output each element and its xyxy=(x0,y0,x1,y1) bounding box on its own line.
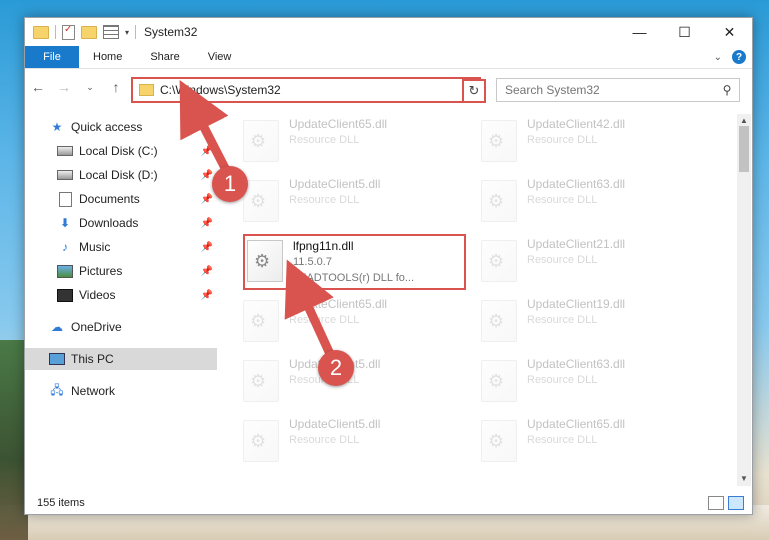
arrow-2 xyxy=(284,259,335,359)
annotation-arrows xyxy=(179,80,335,359)
step-badge-1: 1 xyxy=(212,166,248,202)
arrow-1 xyxy=(179,80,230,173)
step-badge-2: 2 xyxy=(318,350,354,386)
